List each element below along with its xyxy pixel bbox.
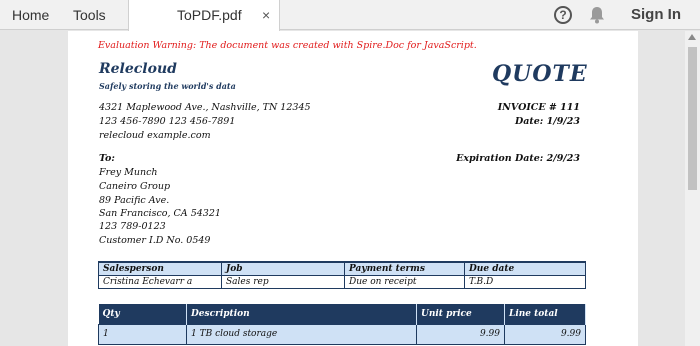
pdf-page: Evaluation Warning: The document was cre… xyxy=(68,31,638,346)
table-header: Description xyxy=(186,304,417,324)
table-header: Job xyxy=(221,261,345,276)
company-name: Relecloud xyxy=(99,61,177,77)
invoice-number: INVOICE # 111 xyxy=(497,102,580,113)
expiration-date: Expiration Date: 2/9/23 xyxy=(456,153,580,164)
close-tab-icon[interactable]: × xyxy=(262,0,270,30)
scrollbar-thumb[interactable] xyxy=(688,47,697,190)
table-header: Payment terms xyxy=(344,261,465,276)
tab-document[interactable]: ToPDF.pdf xyxy=(128,0,280,31)
tab-tools[interactable]: Tools xyxy=(73,0,106,30)
table-cell: Cristina Echevarr a xyxy=(98,275,222,289)
recipient-line: 123 789-0123 xyxy=(99,221,166,232)
tab-home[interactable]: Home xyxy=(12,0,49,30)
company-address: 4321 Maplewood Ave., Nashville, TN 12345 xyxy=(99,102,311,113)
document-title: QUOTE xyxy=(492,61,588,87)
table-cell: 1 TB cloud storage xyxy=(186,323,417,345)
table-header: Salesperson xyxy=(98,261,222,276)
company-website: relecloud example.com xyxy=(99,130,211,141)
table-row: Cristina Echevarr a Sales rep Due on rec… xyxy=(98,275,586,289)
table-cell: 9.99 xyxy=(416,323,505,345)
line-items-table: Qty Description Unit price Line total 1 … xyxy=(98,304,586,345)
recipient-line: Caneiro Group xyxy=(99,181,171,192)
company-phone: 123 456-7890 123 456-7891 xyxy=(99,116,236,127)
notification-bell-icon[interactable] xyxy=(589,6,605,24)
recipient-line: Frey Munch xyxy=(99,167,158,178)
to-label: To: xyxy=(99,153,115,164)
recipient-line: San Francisco, CA 54321 xyxy=(99,208,221,219)
recipient-line: Customer I.D No. 0549 xyxy=(99,235,211,246)
company-slogan: Safely storing the world's data xyxy=(99,81,236,91)
table-row: 1 1 TB cloud storage 9.99 9.99 xyxy=(98,323,586,345)
scroll-up-arrow-icon[interactable] xyxy=(688,34,696,40)
table-header: Line total xyxy=(504,304,586,324)
table-cell: 1 xyxy=(98,323,187,345)
table-header: Unit price xyxy=(416,304,505,324)
recipient-line: 89 Pacific Ave. xyxy=(99,195,170,206)
evaluation-warning: Evaluation Warning: The document was cre… xyxy=(98,40,477,51)
table-header: Due date xyxy=(464,261,586,276)
table-cell: Sales rep xyxy=(221,275,345,289)
sign-in-button[interactable]: Sign In xyxy=(631,0,681,30)
table-cell: 9.99 xyxy=(504,323,586,345)
top-toolbar: Home Tools ToPDF.pdf × ? Sign In xyxy=(0,0,700,31)
help-icon[interactable]: ? xyxy=(554,6,572,24)
table-cell: Due on receipt xyxy=(344,275,465,289)
table-header: Qty xyxy=(98,304,187,324)
invoice-date: Date: 1/9/23 xyxy=(514,116,580,127)
sales-info-table: Salesperson Job Payment terms Due date C… xyxy=(98,261,586,289)
table-cell: T.B.D xyxy=(464,275,586,289)
